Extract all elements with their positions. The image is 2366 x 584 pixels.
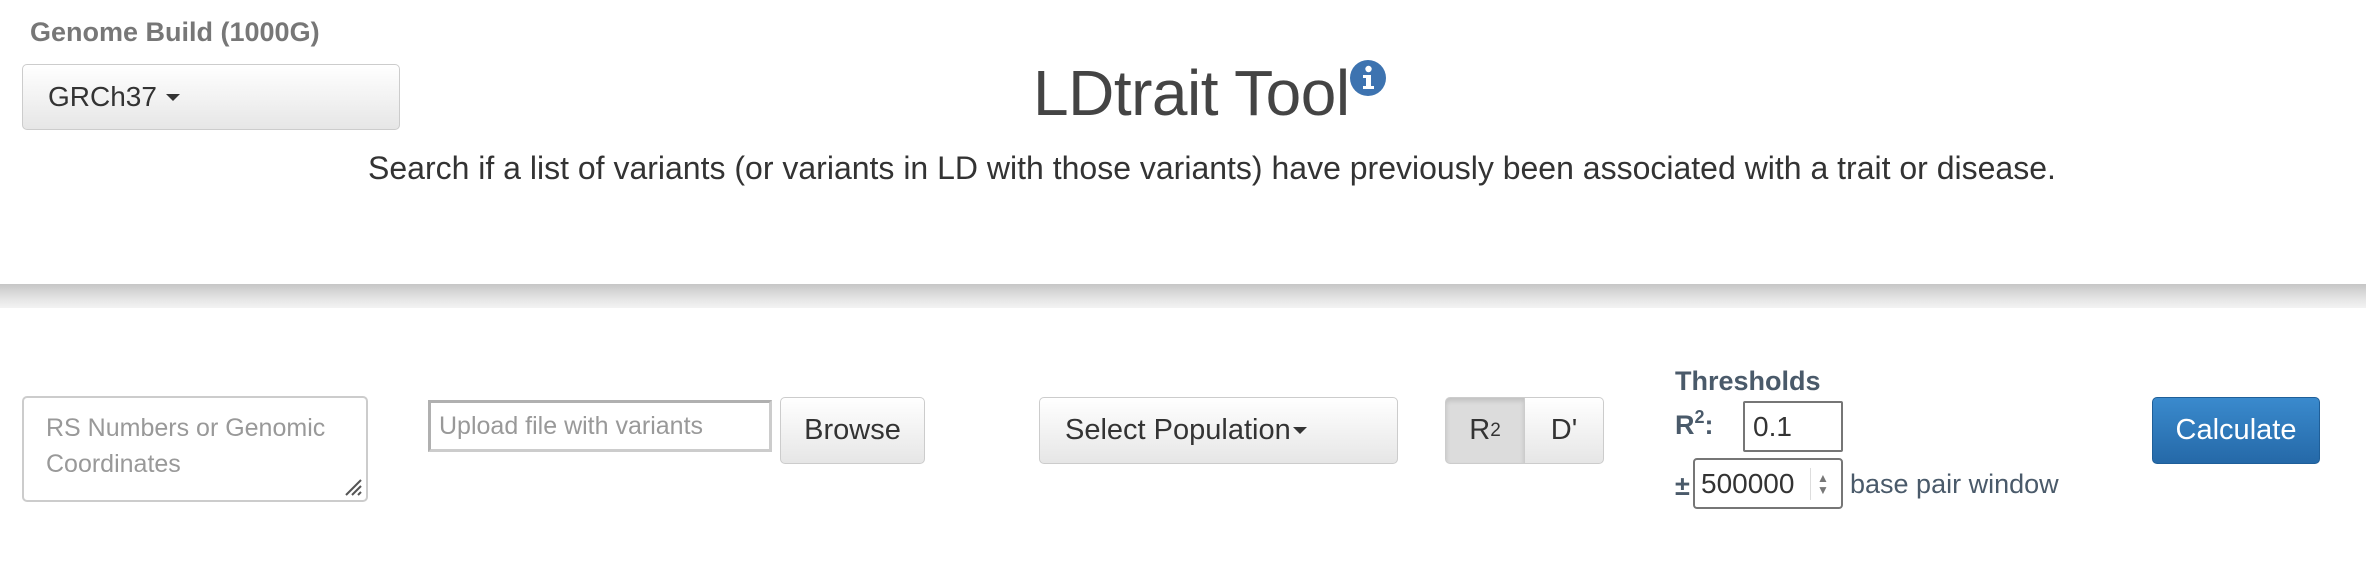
genome-build-dropdown[interactable]: GRCh37 (22, 64, 400, 130)
info-icon[interactable] (1349, 59, 1387, 97)
r2-toggle-label: R (1469, 414, 1491, 446)
genome-build-value: GRCh37 (48, 81, 157, 112)
rs-numbers-textarea[interactable]: RS Numbers or Genomic Coordinates (22, 396, 368, 502)
browse-button[interactable]: Browse (780, 397, 925, 464)
resize-grip-icon[interactable] (340, 474, 362, 496)
section-divider (0, 284, 2366, 308)
select-population-dropdown[interactable]: Select Population (1039, 397, 1398, 464)
ld-measure-toggle: R2 D' (1445, 397, 1604, 464)
population-label: Select Population (1065, 414, 1291, 446)
caret-down-icon (1292, 427, 1307, 434)
r2-threshold-superscript: 2 (1694, 407, 1705, 427)
page: Genome Build (1000G) GRCh37 LDtrait Tool… (0, 0, 2366, 584)
rs-placeholder-line1: RS Numbers or Genomic (46, 414, 326, 442)
r2-threshold-letter: R (1675, 410, 1695, 440)
r2-threshold-label: R2: (1675, 407, 1714, 441)
upload-placeholder: Upload file with variants (439, 411, 704, 440)
base-pair-window-label: base pair window (1850, 469, 2059, 499)
r2-threshold-value: 0.1 (1753, 410, 1792, 442)
calculate-button[interactable]: Calculate (2152, 397, 2320, 464)
page-title: LDtrait Tool (1033, 57, 1350, 129)
window-size-value: 500000 (1701, 467, 1795, 499)
d-prime-toggle-button[interactable]: D' (1525, 397, 1604, 464)
window-size-input[interactable]: 500000 ▲ ▼ (1693, 458, 1843, 509)
spinner-down-icon[interactable]: ▼ (1817, 484, 1829, 496)
spinner-arrows-icon[interactable]: ▲ ▼ (1810, 468, 1835, 500)
rs-placeholder-line2: Coordinates (46, 450, 181, 478)
r2-threshold-colon: : (1704, 410, 1714, 440)
plus-minus-label: ± (1675, 471, 1690, 501)
r2-toggle-button[interactable]: R2 (1445, 397, 1525, 464)
r2-threshold-input[interactable]: 0.1 (1743, 401, 1843, 452)
caret-down-icon (165, 93, 180, 101)
thresholds-title: Thresholds (1675, 366, 1821, 396)
genome-build-label: Genome Build (1000G) (30, 17, 320, 47)
upload-file-input[interactable]: Upload file with variants (428, 400, 772, 452)
page-subtitle: Search if a list of variants (or variant… (368, 150, 2056, 186)
